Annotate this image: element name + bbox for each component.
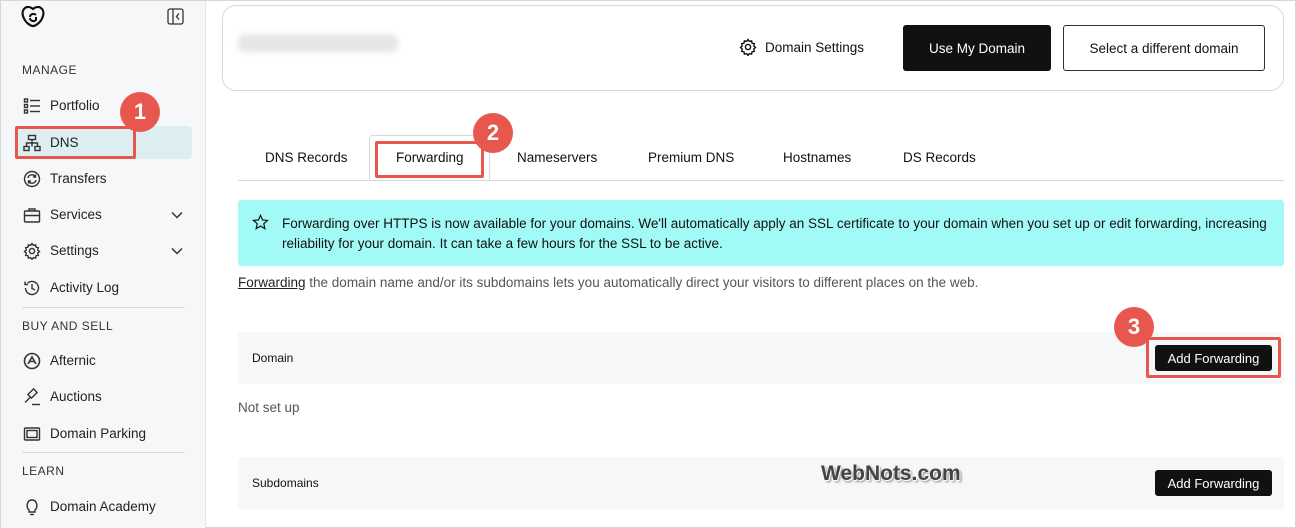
subdomain-forwarding-row: Subdomains Add Forwarding bbox=[238, 457, 1284, 509]
history-icon bbox=[24, 280, 40, 295]
gavel-icon bbox=[24, 387, 40, 405]
section-title-buy-and-sell: BUY AND SELL bbox=[22, 319, 114, 333]
highlight-add-forwarding bbox=[1146, 337, 1281, 378]
tab-dns-records[interactable]: DNS Records bbox=[265, 150, 348, 165]
sidebar-item-afternic[interactable]: Afternic bbox=[15, 344, 192, 377]
afternic-icon bbox=[23, 352, 41, 369]
add-subdomain-forwarding-button[interactable]: Add Forwarding bbox=[1155, 470, 1272, 496]
tab-ds-records[interactable]: DS Records bbox=[903, 150, 976, 165]
banner-message: Forwarding over HTTPS is now available f… bbox=[282, 216, 1267, 251]
domain-settings-button[interactable]: Domain Settings bbox=[739, 38, 864, 56]
step-badge-1: 1 bbox=[120, 92, 160, 132]
lightbulb-icon bbox=[26, 498, 38, 515]
godaddy-logo-icon[interactable] bbox=[21, 6, 45, 28]
tab-hostnames[interactable]: Hostnames bbox=[783, 150, 851, 165]
sidebar-item-services[interactable]: Services bbox=[15, 198, 192, 231]
section-title-learn: LEARN bbox=[22, 464, 65, 478]
description-text: the domain name and/or its subdomains le… bbox=[305, 275, 979, 290]
tab-nameservers[interactable]: Nameservers bbox=[517, 150, 597, 165]
sidebar-item-activity-log[interactable]: Activity Log bbox=[15, 271, 192, 304]
star-icon bbox=[252, 214, 269, 230]
highlight-dns bbox=[15, 126, 136, 159]
sidebar-item-label: Domain Parking bbox=[50, 426, 147, 441]
sidebar-item-label: Domain Academy bbox=[50, 499, 156, 514]
sidebar-item-portfolio[interactable]: Portfolio bbox=[15, 89, 192, 122]
sidebar-item-label: Auctions bbox=[50, 389, 102, 404]
sidebar-item-domain-parking[interactable]: Domain Parking bbox=[15, 417, 192, 450]
https-info-banner: Forwarding over HTTPS is now available f… bbox=[238, 200, 1284, 266]
sidebar-item-label: Afternic bbox=[50, 353, 96, 368]
sidebar: MANAGE Portfolio DNS Transfers Services … bbox=[1, 1, 206, 528]
domain-settings-label: Domain Settings bbox=[765, 39, 865, 55]
select-different-domain-button[interactable]: Select a different domain bbox=[1063, 25, 1265, 71]
list-icon bbox=[23, 97, 40, 114]
section-title-manage: MANAGE bbox=[22, 63, 78, 77]
collapse-sidebar-icon[interactable] bbox=[167, 8, 184, 25]
forwarding-help-link[interactable]: Forwarding bbox=[238, 275, 306, 290]
sidebar-item-label: Transfers bbox=[50, 171, 107, 186]
sidebar-item-settings[interactable]: Settings bbox=[15, 234, 192, 267]
domain-forwarding-status: Not set up bbox=[238, 400, 300, 415]
sidebar-item-label: Activity Log bbox=[50, 280, 120, 295]
chevron-down-icon[interactable] bbox=[170, 208, 184, 222]
sidebar-item-auctions[interactable]: Auctions bbox=[15, 380, 192, 413]
sidebar-item-label: Services bbox=[50, 207, 102, 222]
step-badge-2: 2 bbox=[473, 113, 513, 153]
sidebar-item-transfers[interactable]: Transfers bbox=[15, 162, 192, 195]
transfer-icon bbox=[23, 170, 41, 187]
tabs-divider bbox=[238, 180, 1284, 181]
highlight-forwarding-tab bbox=[375, 141, 484, 178]
row-label-domain: Domain bbox=[252, 351, 294, 365]
briefcase-icon bbox=[23, 207, 41, 223]
sidebar-item-domain-academy[interactable]: Domain Academy bbox=[15, 490, 192, 523]
blurred-domain-name bbox=[237, 34, 399, 52]
chevron-down-icon[interactable] bbox=[170, 244, 184, 258]
sidebar-divider bbox=[22, 452, 185, 453]
parking-icon bbox=[23, 426, 41, 441]
row-label-subdomains: Subdomains bbox=[252, 476, 319, 490]
sidebar-item-label: Settings bbox=[50, 243, 99, 258]
gear-icon bbox=[739, 38, 757, 56]
use-my-domain-button[interactable]: Use My Domain bbox=[903, 25, 1051, 71]
sidebar-item-label: Portfolio bbox=[50, 98, 100, 113]
watermark-text: WebNots.com bbox=[821, 462, 961, 485]
domain-header-card: Domain Settings Use My Domain Select a d… bbox=[222, 5, 1284, 91]
tab-premium-dns[interactable]: Premium DNS bbox=[648, 150, 734, 165]
forwarding-description: Forwarding the domain name and/or its su… bbox=[238, 275, 978, 290]
sidebar-divider bbox=[22, 307, 185, 308]
gear-icon bbox=[23, 241, 41, 260]
step-badge-3: 3 bbox=[1114, 307, 1154, 347]
